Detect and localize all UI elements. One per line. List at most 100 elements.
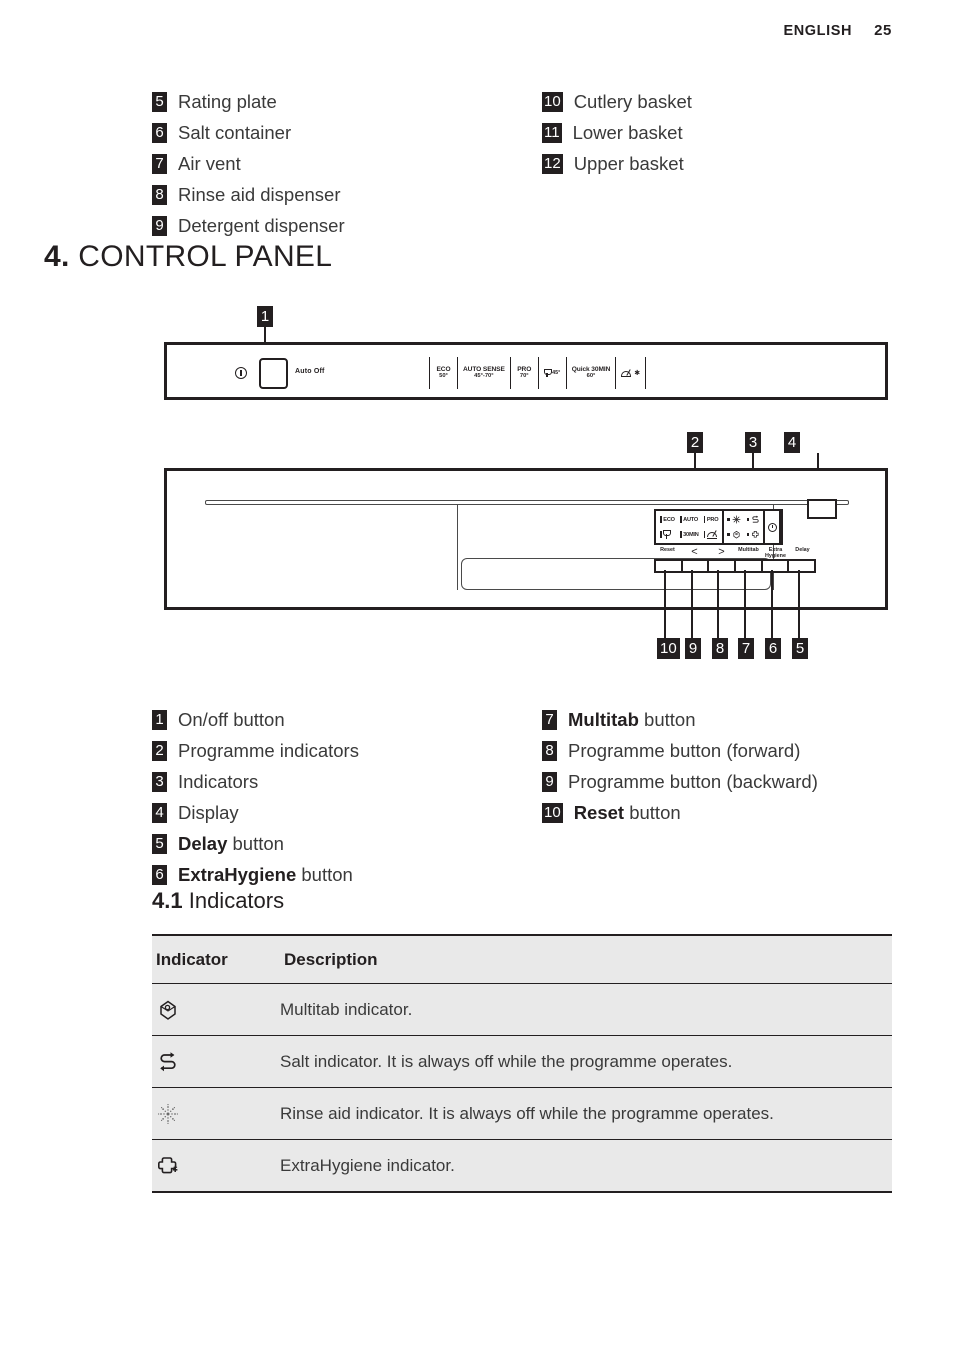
door-step-left	[457, 504, 458, 590]
salt-icon	[752, 515, 759, 523]
programme-machine-care: ✱	[615, 357, 647, 389]
reset-button[interactable]	[656, 561, 683, 571]
indicator-dot-icon	[746, 533, 750, 536]
control-panel-legend-right: 7 Multitab button 8 Programme button (fo…	[542, 706, 932, 892]
indicator-bar-icon	[660, 531, 662, 538]
programme-pro: PRO 70°	[509, 357, 538, 389]
extrahygiene-button[interactable]	[763, 561, 790, 571]
callout-leader-9	[691, 570, 693, 638]
parts-legend-top: 5 Rating plate 6 Salt container 7 Air ve…	[152, 88, 932, 243]
legend-label: Lower basket	[572, 122, 683, 143]
legend-number: 7	[152, 154, 167, 174]
legend-label-bold: Reset	[573, 802, 625, 823]
legend-label-rest: Programme button (forward)	[568, 740, 801, 761]
programme-name: ECO	[436, 365, 451, 373]
legend-label: Delay button	[178, 830, 284, 858]
table-row: Multitab indicator.	[152, 983, 892, 1036]
legend-number: 5	[152, 834, 167, 854]
running-head: ENGLISH 25	[783, 22, 892, 39]
legend-label: Upper basket	[573, 153, 684, 174]
door-gap-line	[205, 500, 849, 505]
control-panel-strip: Auto Off ECO 50° AUTO SENSE 45°-70° PRO …	[164, 342, 888, 400]
appliance-door-panel: ECO AUTO PRO 30MIN Reset < > Multitab Ex…	[164, 468, 888, 610]
legend-label: Rinse aid dispenser	[178, 184, 341, 205]
delay-button[interactable]	[789, 561, 814, 571]
label-forward: >	[718, 546, 725, 558]
list-item: 10 Cutlery basket	[542, 88, 932, 116]
legend-label-rest: button	[227, 833, 284, 854]
delay-clock-icon	[767, 522, 777, 532]
programme-label-strip: ECO 50° AUTO SENSE 45°-70° PRO 70° 45° Q…	[429, 357, 647, 389]
callout-8: 8	[712, 638, 728, 659]
legend-number: 9	[542, 772, 557, 792]
list-item: 10 Reset button	[542, 799, 932, 827]
legend-label: Detergent dispenser	[178, 215, 345, 236]
legend-number: 3	[152, 772, 167, 792]
callout-leader-5	[798, 570, 800, 638]
programme-indicator-machine-care	[702, 530, 721, 539]
legend-number: 1	[152, 710, 167, 730]
list-item: 11 Lower basket	[542, 119, 932, 147]
list-item: 12 Upper basket	[542, 150, 932, 178]
programme-indicator-eco: ECO	[658, 516, 677, 524]
callout-4: 4	[784, 432, 800, 453]
section-number: 4.	[44, 240, 70, 273]
legend-number: 10	[542, 803, 563, 823]
legend-number: 7	[542, 710, 557, 730]
list-item: 5 Delay button	[152, 830, 542, 858]
callout-10: 10	[657, 638, 680, 659]
label-reset: Reset	[660, 547, 675, 553]
list-item: 8 Programme button (forward)	[542, 737, 932, 765]
programme-backward-button[interactable]	[683, 561, 710, 571]
figure-top-control-panel: 1 Auto Off ECO 50° AUTO SENSE 45°-70° PR…	[164, 306, 888, 400]
callout-7: 7	[738, 638, 754, 659]
rinse-aid-icon	[158, 1104, 178, 1124]
multitab-button[interactable]	[736, 561, 763, 571]
legend-label: Reset button	[574, 799, 681, 827]
programme-eco: ECO 50°	[429, 357, 457, 389]
indicator-dot-icon	[746, 518, 750, 521]
legend-number: 2	[152, 741, 167, 761]
legend-label-rest: On/off button	[178, 709, 285, 730]
callout-leader-7	[744, 570, 746, 638]
programme-name: Quick 30MIN	[571, 365, 611, 373]
legend-label: Cutlery basket	[573, 91, 692, 112]
table-row: Rinse aid indicator. It is always off wh…	[152, 1087, 892, 1140]
legend-label-rest: Programme button (backward)	[568, 771, 818, 792]
programme-temp: 45°-70°	[474, 373, 494, 380]
subsection-number: 4.1	[152, 888, 183, 913]
table-cell-description: Rinse aid indicator. It is always off wh…	[280, 1087, 892, 1140]
legend-label: Rating plate	[178, 91, 277, 112]
power-icon	[235, 367, 247, 379]
programme-indicator-label: 30MIN	[683, 531, 699, 538]
legend-label: Programme button (forward)	[568, 737, 800, 765]
salt-indicator	[746, 515, 761, 524]
programme-indicator-pro: PRO	[702, 516, 721, 524]
programme-indicator-label: AUTO	[683, 516, 699, 523]
callout-1: 1	[257, 306, 273, 327]
legend-number: 10	[542, 92, 563, 112]
delay-indicator	[765, 511, 782, 543]
callout-2: 2	[687, 432, 703, 453]
programme-indicators: ECO AUTO PRO 30MIN	[656, 511, 725, 543]
legend-number: 9	[152, 216, 167, 236]
programme-temp: 60°	[586, 373, 596, 380]
table-row: Salt indicator. It is always off while t…	[152, 1035, 892, 1088]
list-item: 2 Programme indicators	[152, 737, 542, 765]
running-head-language: ENGLISH	[783, 23, 853, 39]
page-number: 25	[874, 22, 892, 39]
extrahygiene-icon	[158, 1157, 178, 1174]
legend-label: Programme indicators	[178, 737, 359, 765]
label-backward: <	[691, 546, 698, 558]
callout-3: 3	[745, 432, 761, 453]
list-item: 6 Salt container	[152, 119, 542, 147]
list-item: 1 On/off button	[152, 706, 542, 734]
subsection-title: 4.1 Indicators	[152, 888, 284, 914]
programme-forward-button[interactable]	[709, 561, 737, 571]
programme-indicator-glass	[658, 530, 677, 539]
table-cell-description: Multitab indicator.	[280, 983, 892, 1036]
on-off-button[interactable]	[259, 358, 288, 389]
indicator-bar-icon	[660, 516, 662, 523]
control-panel-legend-left: 1 On/off button 2 Programme indicators 3…	[152, 706, 542, 892]
column-header-description: Description	[280, 934, 892, 984]
